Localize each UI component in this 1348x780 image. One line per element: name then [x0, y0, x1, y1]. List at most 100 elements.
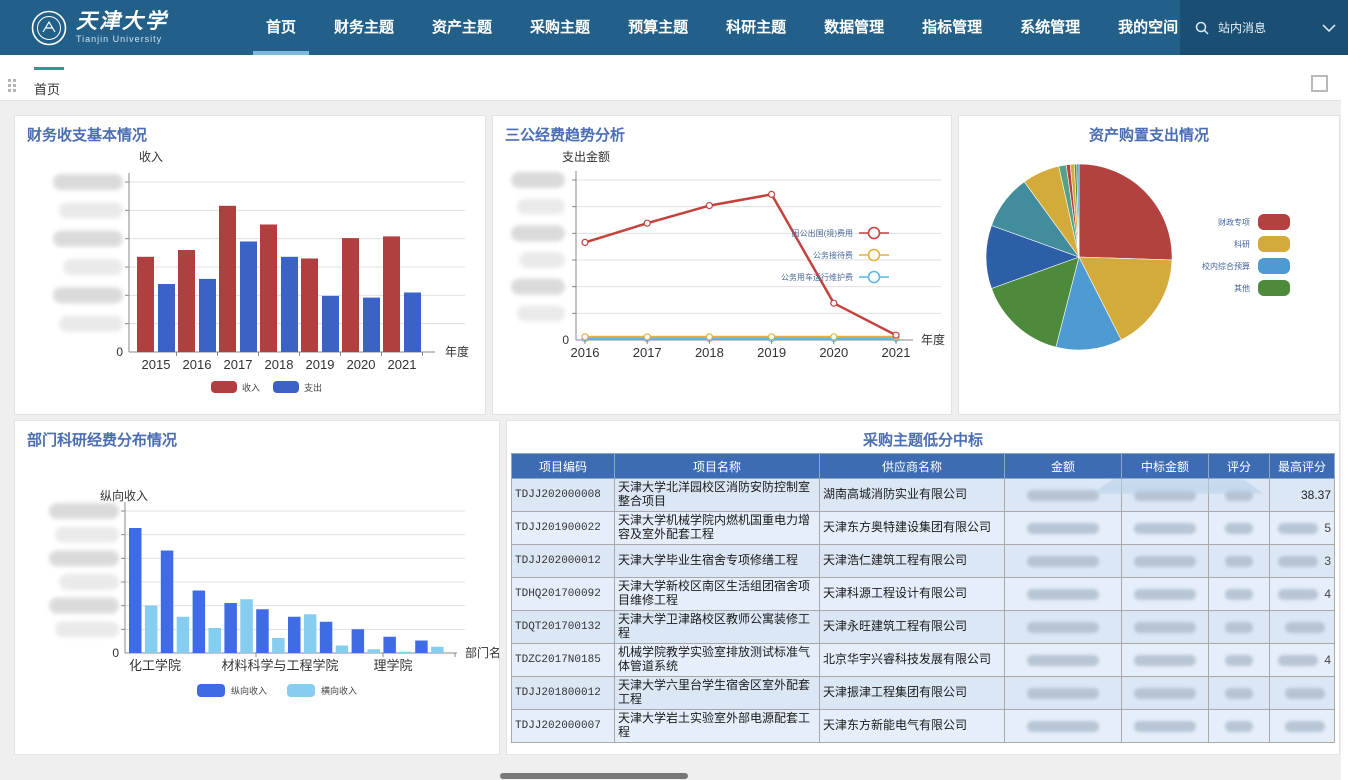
svg-text:2018: 2018 [695, 345, 724, 360]
main-menu: 首页 财务主题 资产主题 采购主题 预算主题 科研主题 数据管理 指标管理 系统… [247, 0, 1197, 55]
svg-text:化工学院: 化工学院 [129, 658, 181, 673]
chevron-down-icon[interactable] [1322, 24, 1336, 32]
svg-text:2020: 2020 [347, 357, 376, 372]
tab-home-label[interactable]: 首页 [34, 82, 60, 97]
svg-text:2019: 2019 [306, 357, 335, 372]
nav-item-data-mgmt[interactable]: 数据管理 [805, 0, 903, 55]
panel-title-finance: 财务收支基本情况 [15, 116, 485, 145]
panel-title-dept-research: 部门科研经费分布情况 [15, 421, 499, 450]
svg-text:2016: 2016 [183, 357, 212, 372]
grid-icon[interactable] [8, 79, 18, 91]
panel-dept-research-funding: 部门科研经费分布情况 化工学院材料科学与工程学院理学院纵向收入0部门名纵向收入横… [14, 420, 500, 755]
tab-home[interactable]: 首页 [34, 67, 64, 98]
cell-score-redacted [1209, 578, 1270, 611]
svg-text:2021: 2021 [388, 357, 417, 372]
cell-amount-redacted [1005, 545, 1122, 578]
svg-text:因公出国(境)费用: 因公出国(境)费用 [792, 228, 853, 238]
panel-asset-purchase: 资产购置支出情况 财政专项科研校内综合预算其他 [958, 115, 1340, 415]
col-header-amount[interactable]: 金额 [1005, 454, 1122, 479]
cell-supplier: 天津科源工程设计有限公司 [820, 578, 1005, 611]
table-row[interactable]: TDZC2017N0185 机械学院教学实验室排放测试标准气体管道系统 北京华宇… [512, 644, 1335, 677]
dept-research-bar-chart[interactable]: 化工学院材料科学与工程学院理学院纵向收入0部门名纵向收入横向收入 [15, 450, 499, 755]
panel-title-procurement-table: 采购主题低分中标 [507, 421, 1339, 450]
cell-score-redacted [1209, 611, 1270, 644]
table-row[interactable]: TDQT201700132 天津大学卫津路校区教师公寓装修工程 天津永旺建筑工程… [512, 611, 1335, 644]
table-row[interactable]: TDJJ202000012 天津大学毕业生宿舍专项修缮工程 天津浩仁建筑工程有限… [512, 545, 1335, 578]
tab-strip: 首页 [0, 55, 1348, 101]
cell-max-score-clipped [1270, 710, 1335, 743]
svg-text:其他: 其他 [1234, 283, 1250, 293]
cell-award-redacted [1122, 479, 1209, 512]
nav-item-assets[interactable]: 资产主题 [413, 0, 511, 55]
svg-text:材料科学与工程学院: 材料科学与工程学院 [221, 658, 338, 673]
three-public-line-chart[interactable]: 201620172018201920202021支出金额0年度因公出国(境)费用… [493, 145, 951, 413]
logo-subtitle: Tianjin University [76, 34, 168, 44]
table-row[interactable]: TDHQ201700092 天津大学新校区南区生活组团宿舍项目维修工程 天津科源… [512, 578, 1335, 611]
university-logo: 天津大学 Tianjin University [30, 9, 195, 47]
cell-project-name: 天津大学北洋园校区消防安防控制室整合项目 [615, 479, 820, 512]
nav-item-finance[interactable]: 财务主题 [315, 0, 413, 55]
nav-item-system-mgmt[interactable]: 系统管理 [1001, 0, 1099, 55]
cell-max-score-clipped [1270, 611, 1335, 644]
svg-text:0: 0 [116, 345, 123, 359]
nav-item-budget[interactable]: 预算主题 [609, 0, 707, 55]
cell-project-name: 天津大学六里台学生宿舍区室外配套工程 [615, 677, 820, 710]
cell-project-name: 天津大学毕业生宿舍专项修缮工程 [615, 545, 820, 578]
col-header-project-name[interactable]: 项目名称 [615, 454, 820, 479]
panel-procurement-low-score: 采购主题低分中标 项目编码 项目名称 供应商名称 金额 中标金额 评分 最高评分 [506, 420, 1340, 755]
cell-score-redacted [1209, 677, 1270, 710]
top-navbar: 天津大学 Tianjin University 首页 财务主题 资产主题 采购主… [0, 0, 1348, 55]
cell-award-redacted [1122, 545, 1209, 578]
svg-text:理学院: 理学院 [373, 658, 412, 673]
cell-project-name: 天津大学卫津路校区教师公寓装修工程 [615, 611, 820, 644]
nav-item-research[interactable]: 科研主题 [707, 0, 805, 55]
svg-text:2021: 2021 [882, 345, 911, 360]
svg-text:部门名: 部门名 [465, 645, 499, 660]
svg-text:校内综合预算: 校内综合预算 [1202, 261, 1250, 271]
procurement-table[interactable]: 项目编码 项目名称 供应商名称 金额 中标金额 评分 最高评分 TDJJ2020… [511, 453, 1335, 743]
col-header-max-score[interactable]: 最高评分 [1270, 454, 1335, 479]
cell-project-name: 天津大学机械学院内燃机国重电力增容及室外配套工程 [615, 512, 820, 545]
dashboard-page: 天津大学 Tianjin University 首页 财务主题 资产主题 采购主… [0, 0, 1348, 780]
panel-finance-overview: 财务收支基本情况 2015201620172018201920202021收入0… [14, 115, 486, 415]
col-header-award-amount[interactable]: 中标金额 [1122, 454, 1209, 479]
table-row[interactable]: TDJJ202000007 天津大学岩土实验室外部电源配套工程 天津东方新能电气… [512, 710, 1335, 743]
col-header-score[interactable]: 评分 [1209, 454, 1270, 479]
university-emblem-icon [30, 9, 68, 47]
cell-max-score-clipped: 4 [1270, 578, 1335, 611]
table-row[interactable]: TDJJ202000008 天津大学北洋园校区消防安防控制室整合项目 湖南高城消… [512, 479, 1335, 512]
horizontal-scrollbar-thumb[interactable] [500, 773, 688, 779]
col-header-supplier[interactable]: 供应商名称 [820, 454, 1005, 479]
svg-text:支出金额: 支出金额 [562, 149, 610, 164]
site-message-search[interactable]: 站内消息 [1180, 0, 1348, 55]
nav-item-procurement[interactable]: 采购主题 [511, 0, 609, 55]
table-row[interactable]: TDJJ201900022 天津大学机械学院内燃机国重电力增容及室外配套工程 天… [512, 512, 1335, 545]
svg-text:公务用车运行维护费: 公务用车运行维护费 [781, 272, 853, 282]
site-message-label[interactable]: 站内消息 [1218, 19, 1266, 36]
vertical-scrollbar-track[interactable] [1341, 56, 1348, 780]
finance-bar-chart[interactable]: 2015201620172018201920202021收入0年度收入支出 [15, 145, 485, 413]
cell-project-name: 天津大学岩土实验室外部电源配套工程 [615, 710, 820, 743]
asset-pie-chart[interactable]: 财政专项科研校内综合预算其他 [959, 145, 1339, 413]
cell-project-code: TDHQ201700092 [512, 578, 615, 611]
svg-text:公务接待费: 公务接待费 [813, 250, 853, 260]
panel-three-public-trend: 三公经费趋势分析 201620172018201920202021支出金额0年度… [492, 115, 952, 415]
nav-item-indicator-mgmt[interactable]: 指标管理 [903, 0, 1001, 55]
cell-supplier: 湖南高城消防实业有限公司 [820, 479, 1005, 512]
col-header-project-code[interactable]: 项目编码 [512, 454, 615, 479]
select-checkbox[interactable] [1311, 75, 1328, 92]
cell-score-redacted [1209, 479, 1270, 512]
cell-amount-redacted [1005, 644, 1122, 677]
svg-text:2017: 2017 [224, 357, 253, 372]
svg-text:2017: 2017 [633, 345, 662, 360]
cell-score-redacted [1209, 644, 1270, 677]
nav-item-home[interactable]: 首页 [247, 0, 315, 55]
cell-supplier: 天津振津工程集团有限公司 [820, 677, 1005, 710]
cell-project-code: TDQT201700132 [512, 611, 615, 644]
cell-project-code: TDJJ201900022 [512, 512, 615, 545]
search-icon[interactable] [1194, 20, 1210, 36]
svg-text:科研: 科研 [1234, 239, 1250, 249]
cell-award-redacted [1122, 578, 1209, 611]
svg-text:年度: 年度 [921, 332, 945, 347]
table-row[interactable]: TDJJ201800012 天津大学六里台学生宿舍区室外配套工程 天津振津工程集… [512, 677, 1335, 710]
